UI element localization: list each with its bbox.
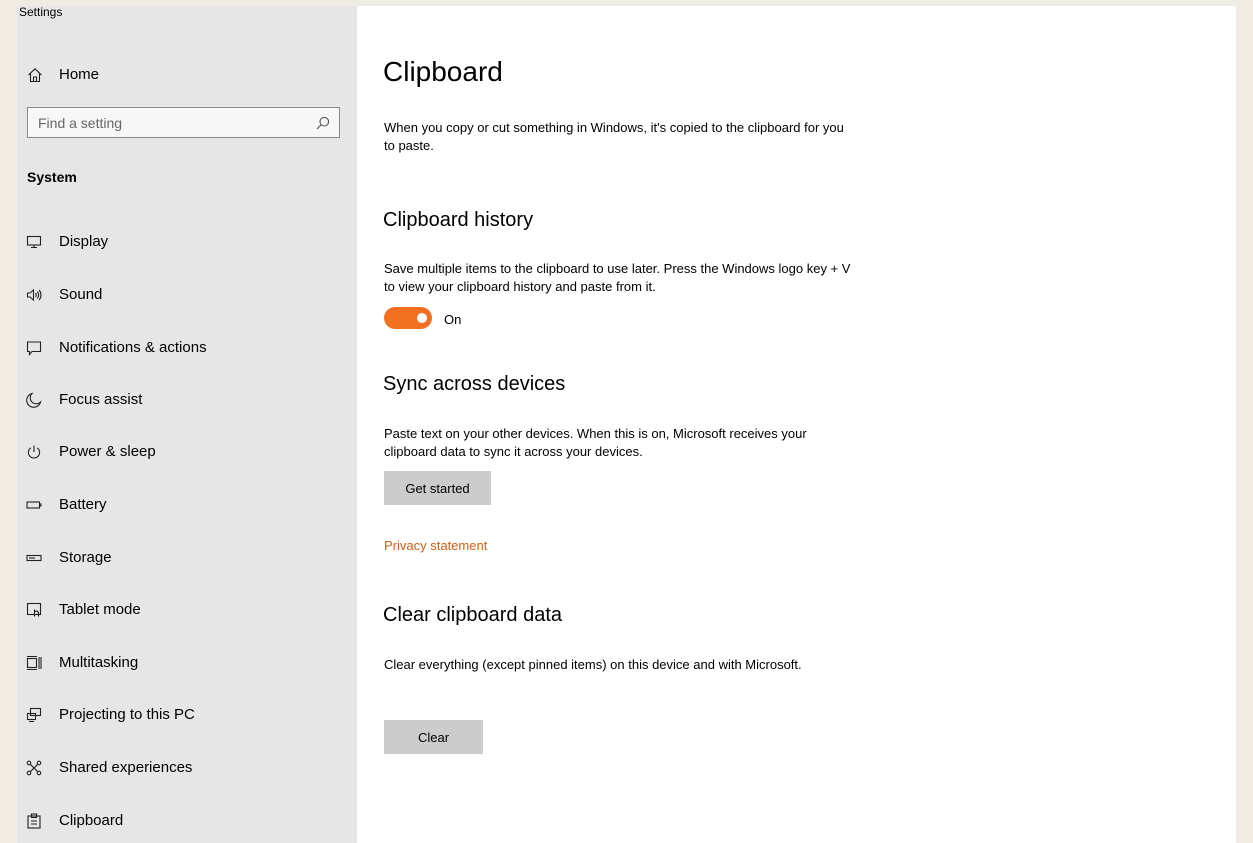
sidebar-item-label: Projecting to this PC [59, 706, 195, 723]
clear-clipboard-description: Clear everything (except pinned items) o… [384, 657, 802, 672]
sidebar-item-label: Display [59, 233, 109, 250]
sidebar-item-clipboard[interactable]: Clipboard [17, 801, 357, 841]
section-label-system: System [27, 169, 77, 185]
sidebar-item-label: Sound [59, 286, 103, 303]
sidebar: Settings Home System [17, 6, 357, 843]
sidebar-item-notifications[interactable]: Notifications & actions [17, 328, 357, 368]
main-content: Clipboard When you copy or cut something… [383, 6, 1223, 843]
notification-icon [26, 340, 42, 356]
get-started-button[interactable]: Get started [384, 471, 491, 505]
projecting-icon [26, 707, 42, 723]
page-title: Clipboard [383, 56, 503, 87]
sidebar-item-projecting[interactable]: Projecting to this PC [17, 695, 357, 735]
sidebar-item-shared-experiences[interactable]: Shared experiences [17, 748, 357, 788]
sidebar-item-label: Storage [59, 549, 112, 566]
sidebar-item-label: Home [59, 66, 100, 83]
monitor-icon [26, 234, 42, 250]
sidebar-item-label: Tablet mode [59, 601, 141, 618]
sidebar-item-battery[interactable]: Battery [17, 485, 357, 525]
sidebar-item-label: Clipboard [59, 812, 124, 829]
sidebar-item-label: Battery [59, 496, 107, 513]
privacy-statement-link[interactable]: Privacy statement [384, 538, 487, 553]
sidebar-item-focus-assist[interactable]: Focus assist [17, 380, 357, 420]
clear-button[interactable]: Clear [384, 720, 483, 754]
multitasking-icon [26, 655, 42, 671]
moon-icon [26, 392, 42, 408]
storage-icon [26, 550, 42, 566]
clear-clipboard-heading: Clear clipboard data [383, 604, 562, 626]
search-icon [316, 116, 330, 130]
intro-text: When you copy or cut something in Window… [384, 120, 844, 153]
settings-window: Settings Home System [17, 6, 1236, 843]
clipboard-icon [26, 813, 42, 829]
sidebar-item-display[interactable]: Display [17, 222, 357, 262]
sidebar-item-storage[interactable]: Storage [17, 538, 357, 578]
speaker-icon [26, 287, 42, 303]
shared-experiences-icon [26, 760, 42, 776]
sidebar-item-power-sleep[interactable]: Power & sleep [17, 432, 357, 472]
search-input[interactable] [28, 108, 318, 137]
sidebar-item-label: Focus assist [59, 391, 143, 408]
sidebar-item-multitasking[interactable]: Multitasking [17, 643, 357, 683]
sidebar-item-label: Notifications & actions [59, 339, 207, 356]
sidebar-item-label: Shared experiences [59, 759, 193, 776]
clipboard-history-toggle[interactable] [384, 307, 432, 329]
sidebar-item-tablet-mode[interactable]: Tablet mode [17, 590, 357, 630]
sidebar-item-label: Multitasking [59, 654, 139, 671]
battery-icon [26, 497, 42, 513]
clipboard-history-heading: Clipboard history [383, 209, 534, 231]
sync-description: Paste text on your other devices. When t… [384, 426, 807, 459]
app-title: Settings [19, 6, 63, 19]
sidebar-item-home[interactable]: Home [17, 58, 357, 92]
clipboard-history-toggle-state: On [444, 312, 462, 327]
tablet-mode-icon [26, 602, 42, 618]
sidebar-item-sound[interactable]: Sound [17, 275, 357, 315]
home-icon [27, 67, 43, 83]
clipboard-history-description: Save multiple items to the clipboard to … [384, 261, 851, 294]
sync-heading: Sync across devices [383, 373, 566, 395]
toggle-knob [417, 313, 427, 323]
sidebar-item-label: Power & sleep [59, 443, 156, 460]
search-box[interactable] [27, 107, 340, 138]
power-icon [26, 444, 42, 460]
